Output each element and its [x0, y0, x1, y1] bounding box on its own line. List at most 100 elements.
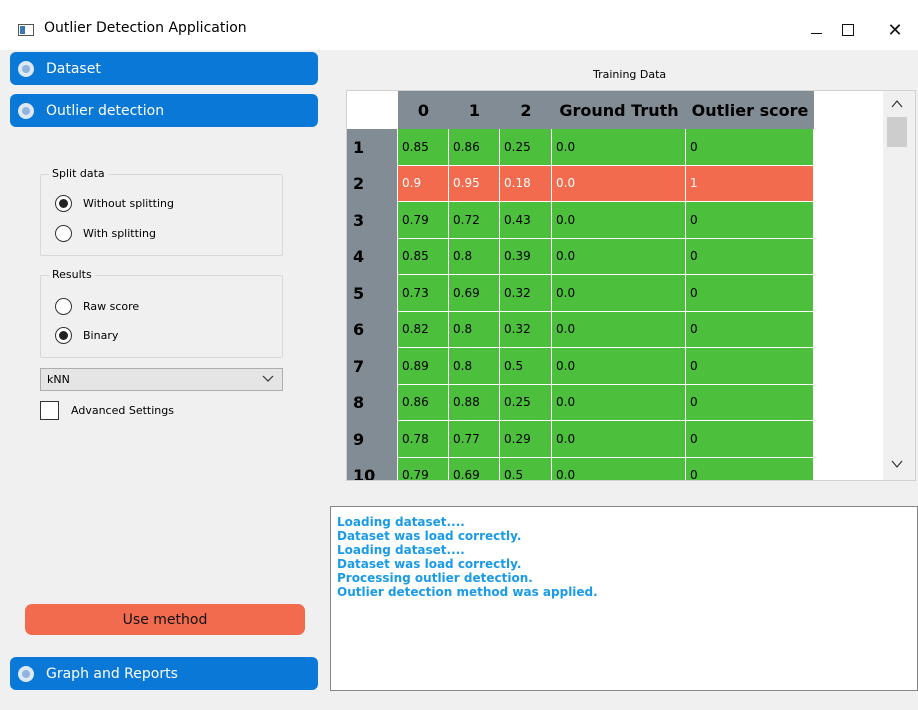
- radio-button-checked[interactable]: [55, 195, 72, 212]
- table-cell[interactable]: 0: [686, 275, 814, 312]
- advanced-settings-checkbox[interactable]: Advanced Settings: [40, 401, 174, 420]
- table-cell[interactable]: 0: [686, 202, 814, 239]
- title-bar: Outlier Detection Application ✕: [0, 0, 918, 50]
- table-cell[interactable]: 0.5: [500, 457, 552, 480]
- table-cell[interactable]: 0.72: [449, 202, 500, 239]
- table-cell[interactable]: 0.0: [552, 421, 686, 458]
- close-button[interactable]: ✕: [872, 12, 918, 48]
- log-line: Dataset was load correctly.: [337, 529, 522, 543]
- table-cell[interactable]: 0.8: [449, 238, 500, 275]
- table-cell[interactable]: 0: [686, 457, 814, 480]
- table-cell[interactable]: 0.0: [552, 275, 686, 312]
- radio-label: Raw score: [83, 300, 140, 313]
- section-dataset[interactable]: Dataset: [10, 52, 318, 85]
- radio-button[interactable]: [55, 225, 72, 242]
- column-header[interactable]: 2: [500, 91, 552, 129]
- checkbox[interactable]: [40, 401, 59, 420]
- table-cell[interactable]: 0.0: [552, 348, 686, 385]
- row-header[interactable]: 8: [347, 384, 397, 421]
- row-header[interactable]: 4: [347, 238, 397, 275]
- use-method-button[interactable]: Use method: [25, 604, 305, 635]
- table-cell[interactable]: 0: [686, 129, 814, 166]
- method-select[interactable]: kNN: [40, 368, 283, 391]
- table-cell[interactable]: 0.0: [552, 129, 686, 166]
- table-cell[interactable]: 0.85: [398, 129, 449, 166]
- table-cell[interactable]: 0.0: [552, 384, 686, 421]
- column-header[interactable]: Outlier score: [686, 91, 814, 129]
- section-graph-label: Graph and Reports: [46, 665, 178, 682]
- section-graph-and-reports[interactable]: Graph and Reports: [10, 657, 318, 690]
- table-cell[interactable]: 0.8: [449, 348, 500, 385]
- training-data-table[interactable]: 0 1 2 Ground Truth Outlier score 1 0.85 0.86 0.2…: [346, 90, 916, 481]
- table-cell[interactable]: 0.88: [449, 384, 500, 421]
- table-cell[interactable]: 1: [686, 165, 814, 202]
- log-output[interactable]: Loading dataset.... Dataset was load corr…: [330, 506, 918, 691]
- table-cell[interactable]: 0.69: [449, 275, 500, 312]
- table-cell[interactable]: 0.25: [500, 129, 552, 166]
- radio-without-splitting[interactable]: Without splitting: [55, 195, 174, 212]
- table-cell[interactable]: 0.77: [449, 421, 500, 458]
- row-header[interactable]: 9: [347, 421, 397, 458]
- column-header[interactable]: Ground Truth: [552, 91, 686, 129]
- table-cell[interactable]: 0.18: [500, 165, 552, 202]
- table-cell[interactable]: 0.29: [500, 421, 552, 458]
- radio-with-splitting[interactable]: With splitting: [55, 225, 156, 242]
- table-cell[interactable]: 0: [686, 421, 814, 458]
- table-cell[interactable]: 0.0: [552, 457, 686, 480]
- table-cell[interactable]: 0.0: [552, 238, 686, 275]
- table-cell[interactable]: 0.43: [500, 202, 552, 239]
- radio-binary[interactable]: Binary: [55, 327, 118, 344]
- column-header[interactable]: 1: [449, 91, 500, 129]
- table-cell[interactable]: 0.86: [398, 384, 449, 421]
- table-cell[interactable]: 0.73: [398, 275, 449, 312]
- table-cell[interactable]: 0.32: [500, 311, 552, 348]
- table-cell[interactable]: 0.9: [398, 165, 449, 202]
- table-cell[interactable]: 0.78: [398, 421, 449, 458]
- table-cell[interactable]: 0: [686, 384, 814, 421]
- log-line: Loading dataset....: [337, 543, 465, 557]
- method-select-value: kNN: [47, 373, 70, 386]
- row-header[interactable]: 6: [347, 311, 397, 348]
- row-header[interactable]: 2: [347, 165, 397, 202]
- table-cell[interactable]: 0: [686, 348, 814, 385]
- row-header[interactable]: 7: [347, 348, 397, 385]
- table-cell[interactable]: 0.82: [398, 311, 449, 348]
- table-cell[interactable]: 0.32: [500, 275, 552, 312]
- table-cell[interactable]: 0.89: [398, 348, 449, 385]
- table-cell[interactable]: 0.39: [500, 238, 552, 275]
- row-header[interactable]: 1: [347, 129, 397, 166]
- table-cell[interactable]: 0.95: [449, 165, 500, 202]
- table-cell[interactable]: 0.8: [449, 311, 500, 348]
- vertical-scrollbar[interactable]: [883, 91, 915, 480]
- table-cell[interactable]: 0.79: [398, 202, 449, 239]
- table-cell[interactable]: 0: [686, 311, 814, 348]
- table-cell[interactable]: 0.0: [552, 165, 686, 202]
- table-cell[interactable]: 0.25: [500, 384, 552, 421]
- section-expand-icon: [18, 665, 34, 682]
- section-outlier-detection[interactable]: Outlier detection: [10, 94, 318, 127]
- split-data-title: Split data: [49, 167, 108, 180]
- maximize-button[interactable]: [825, 12, 871, 48]
- column-header[interactable]: 0: [398, 91, 449, 129]
- row-header[interactable]: 5: [347, 275, 397, 312]
- table-cell[interactable]: 0: [686, 238, 814, 275]
- scrollbar-thumb[interactable]: [887, 117, 907, 147]
- row-header[interactable]: 3: [347, 202, 397, 239]
- radio-label: With splitting: [83, 227, 156, 240]
- log-line: Outlier detection method was applied.: [337, 585, 598, 599]
- radio-raw-score[interactable]: Raw score: [55, 298, 139, 315]
- table-corner: [347, 91, 397, 129]
- table-cell[interactable]: 0.86: [449, 129, 500, 166]
- row-header[interactable]: 10: [347, 457, 397, 480]
- radio-button[interactable]: [55, 298, 72, 315]
- chevron-down-icon[interactable]: [891, 459, 903, 469]
- table-cell[interactable]: 0.0: [552, 311, 686, 348]
- table-cell[interactable]: 0.79: [398, 457, 449, 480]
- table-cell[interactable]: 0.5: [500, 348, 552, 385]
- chevron-up-icon[interactable]: [891, 99, 903, 109]
- table-cell[interactable]: 0.0: [552, 202, 686, 239]
- section-expand-icon: [18, 102, 34, 119]
- table-cell[interactable]: 0.85: [398, 238, 449, 275]
- radio-button-checked[interactable]: [55, 327, 72, 344]
- table-cell[interactable]: 0.69: [449, 457, 500, 480]
